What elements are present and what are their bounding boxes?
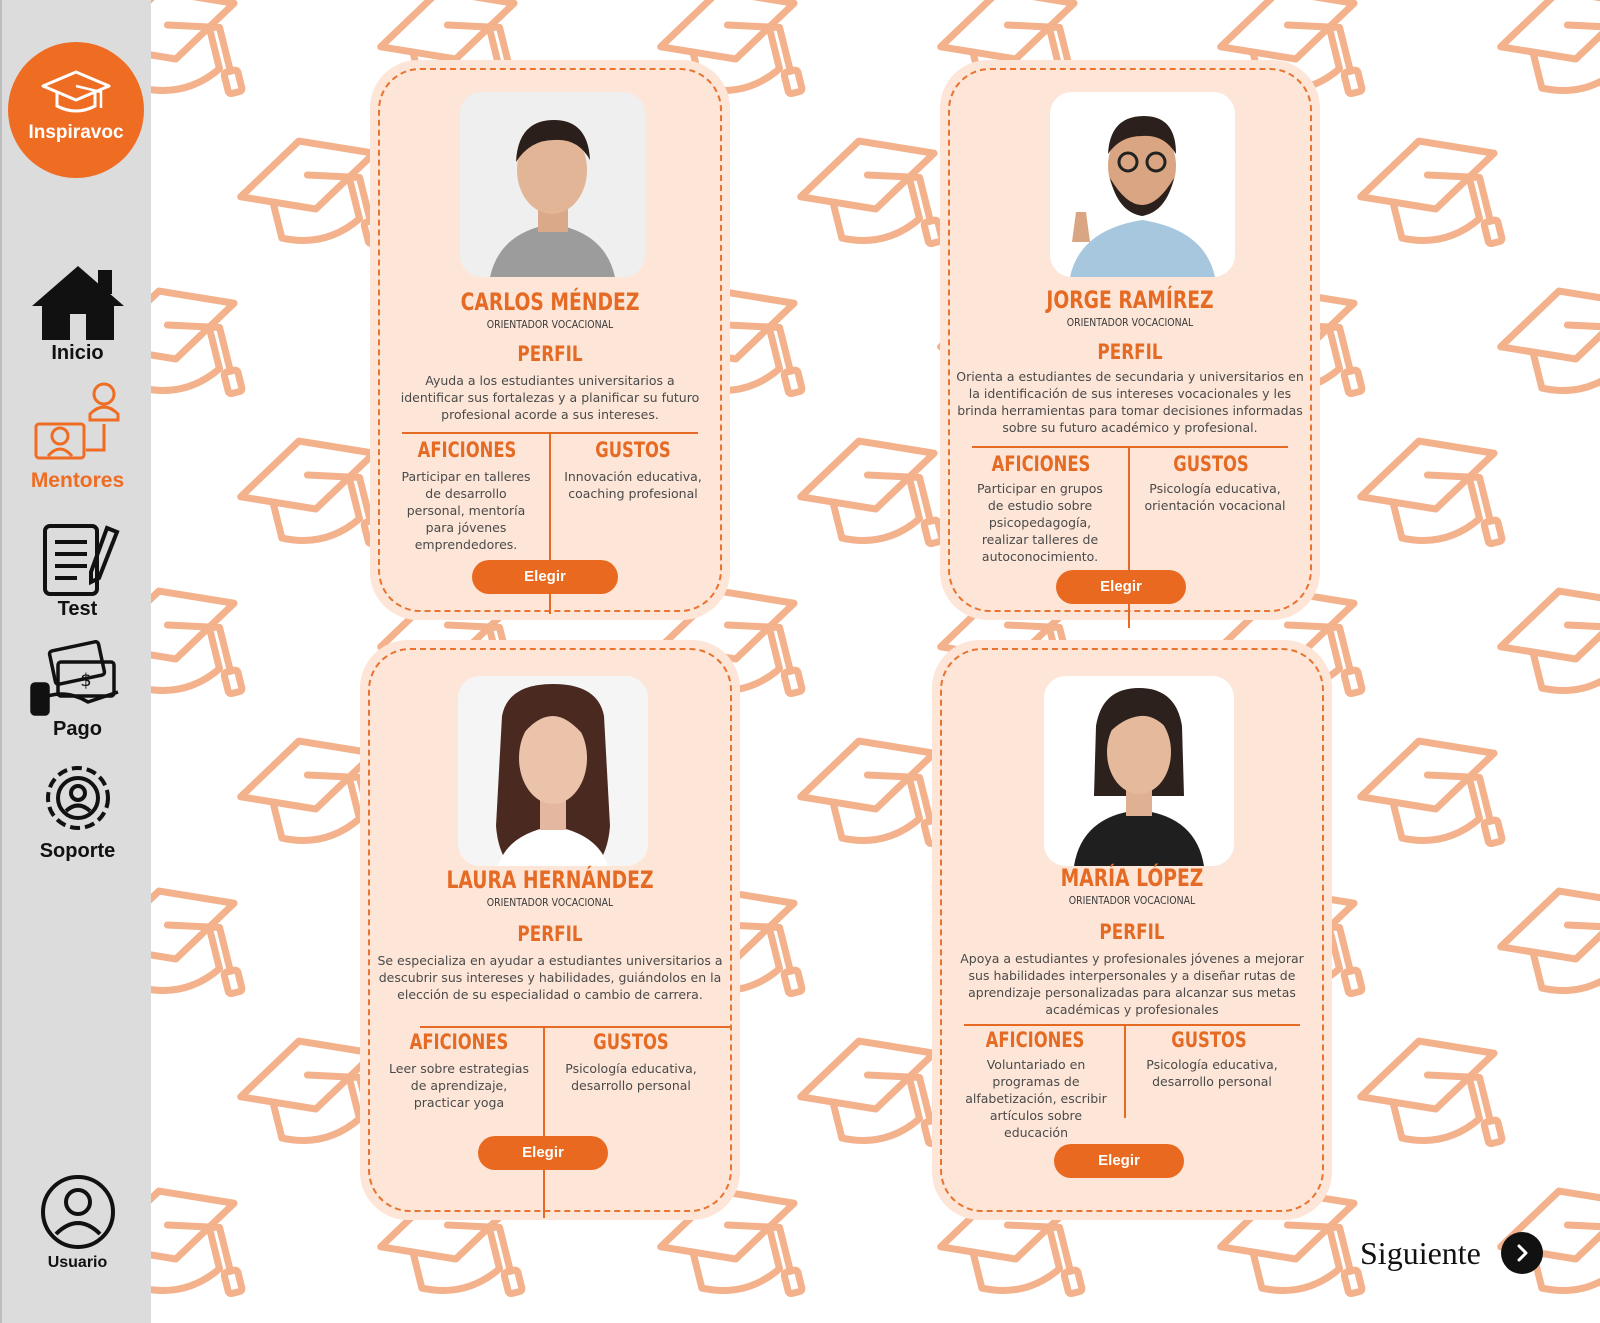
aficiones-heading: AFICIONES — [417, 438, 517, 462]
brand-name: Inspiravoc — [28, 122, 124, 143]
brand-logo[interactable]: Inspiravoc — [8, 42, 144, 178]
perfil-heading: PERFIL — [1099, 920, 1165, 944]
choose-mentor-button[interactable]: Elegir — [478, 1136, 608, 1170]
perfil-text: Orienta a estudiantes de secundaria y un… — [956, 369, 1304, 435]
aficiones-text: Participar en grupos de estudio sobre ps… — [977, 481, 1103, 564]
divider — [1124, 1026, 1126, 1118]
gustos-heading: GUSTOS — [1171, 1028, 1247, 1052]
aficiones-heading: AFICIONES — [991, 452, 1091, 476]
nav-item-mentores[interactable]: Mentores — [2, 380, 153, 492]
nav-label: Test — [57, 598, 98, 620]
gustos-heading: GUSTOS — [593, 1030, 669, 1054]
house-icon — [31, 266, 124, 340]
aficiones-text: Leer sobre estrategias de aprendizaje, p… — [389, 1061, 529, 1110]
mentor-name: CARLOS MÉNDEZ — [460, 288, 640, 316]
gustos-heading: GUSTOS — [595, 438, 671, 462]
support-icon — [45, 766, 110, 830]
aficiones-text: Voluntariado en programas de alfabetizac… — [965, 1057, 1107, 1140]
gustos-text: Psicología educativa, desarrollo persona… — [565, 1061, 697, 1093]
divider — [420, 1026, 730, 1028]
aficiones-heading: AFICIONES — [985, 1028, 1085, 1052]
mentors-icon — [34, 382, 119, 460]
mentor-name: LAURA HERNÁNDEZ — [446, 866, 654, 894]
perfil-heading: PERFIL — [517, 922, 583, 946]
svg-text:$: $ — [80, 670, 91, 691]
nav-item-inicio[interactable]: Inicio — [2, 262, 153, 364]
graduation-cap-icon — [41, 70, 111, 113]
gustos-text: Psicología educativa, orientación vocaci… — [1144, 481, 1286, 513]
mentor-role: ORIENTADOR VOCACIONAL — [486, 896, 614, 909]
next-label: Siguiente — [1360, 1234, 1481, 1271]
mentor-role: ORIENTADOR VOCACIONAL — [1066, 316, 1194, 329]
gustos-text: Psicología educativa, desarrollo persona… — [1146, 1057, 1278, 1089]
aficiones-text: Participar en talleres de desarrollo per… — [401, 469, 531, 552]
user-profile-button[interactable]: Usuario — [2, 1172, 153, 1274]
perfil-text: Apoya a estudiantes y profesionales jóve… — [960, 951, 1304, 1017]
gustos-text: Innovación educativa, coaching profesion… — [564, 469, 702, 501]
mentor-photo — [1050, 92, 1235, 277]
divider — [543, 1028, 545, 1218]
nav-item-soporte[interactable]: Soporte — [2, 756, 153, 862]
user-label: Usuario — [47, 1254, 108, 1271]
mentor-role: ORIENTADOR VOCACIONAL — [1068, 894, 1196, 907]
choose-mentor-button[interactable]: Elegir — [1054, 1144, 1184, 1178]
choose-mentor-button[interactable]: Elegir — [1056, 570, 1186, 604]
mentor-card: LAURA HERNÁNDEZ ORIENTADOR VOCACIONAL PE… — [360, 640, 740, 1220]
mentor-photo — [458, 676, 648, 866]
perfil-heading: PERFIL — [1097, 340, 1163, 364]
aficiones-heading: AFICIONES — [409, 1030, 509, 1054]
perfil-heading: PERFIL — [517, 342, 583, 366]
mentor-card: JORGE RAMÍREZ ORIENTADOR VOCACIONAL PERF… — [940, 60, 1320, 628]
choose-mentor-button[interactable]: Elegir — [472, 560, 618, 594]
nav-item-test[interactable]: Test — [2, 522, 153, 620]
nav-label: Soporte — [39, 840, 116, 862]
mentor-name: MARÍA LÓPEZ — [1060, 864, 1204, 892]
nav-label: Mentores — [30, 469, 125, 492]
payment-icon: $ — [29, 640, 119, 716]
gustos-heading: GUSTOS — [1173, 452, 1249, 476]
mentor-role: ORIENTADOR VOCACIONAL — [486, 318, 614, 331]
mentor-photo — [460, 92, 645, 277]
divider — [964, 1024, 1300, 1026]
perfil-text: Ayuda a los estudiantes universitarios a… — [400, 373, 700, 422]
nav-item-pago[interactable]: $ Pago — [2, 640, 153, 740]
perfil-text: Se especializa en ayudar a estudiantes u… — [377, 953, 723, 1002]
user-icon — [40, 1175, 115, 1249]
chevron-right-icon — [1500, 1232, 1543, 1274]
mentor-photo — [1044, 676, 1234, 866]
divider — [972, 446, 1288, 448]
nav-label: Inicio — [51, 342, 104, 364]
nav-label: Pago — [53, 718, 102, 740]
next-button[interactable]: Siguiente — [1360, 1232, 1543, 1274]
sidebar: Inspiravoc Inicio Mentores Test $ Pago S… — [0, 0, 151, 1323]
mentor-card: MARÍA LÓPEZ ORIENTADOR VOCACIONAL PERFIL… — [932, 640, 1332, 1220]
mentor-name: JORGE RAMÍREZ — [1046, 286, 1214, 314]
test-icon — [42, 524, 120, 596]
mentor-card: CARLOS MÉNDEZ ORIENTADOR VOCACIONAL PERF… — [370, 60, 730, 620]
